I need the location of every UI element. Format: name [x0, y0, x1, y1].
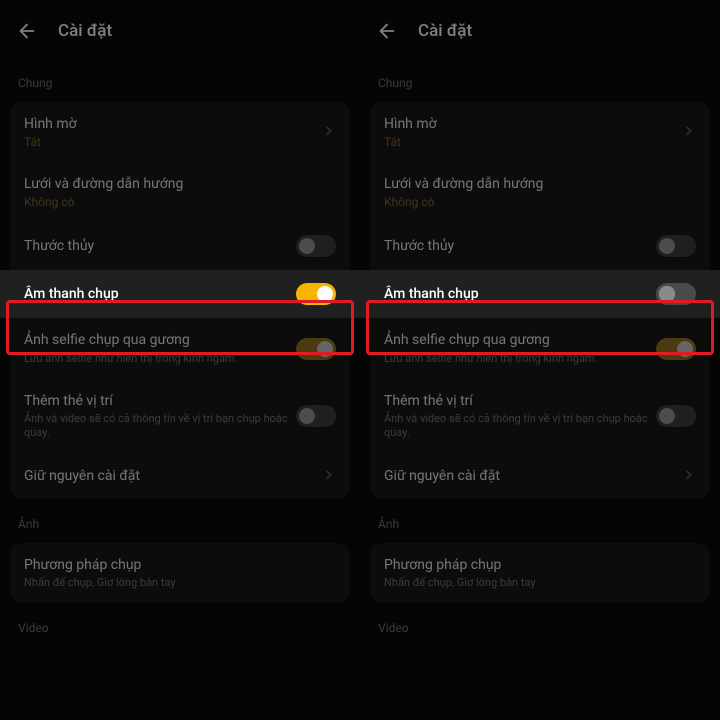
row-title: Phương pháp chụp: [24, 556, 336, 574]
section-image-label: Ảnh: [360, 499, 720, 537]
row-mirror-selfie[interactable]: Ảnh selfie chụp qua gương Lưu ảnh selfie…: [10, 318, 350, 378]
row-title: Phương pháp chụp: [384, 556, 696, 574]
row-value: Không có: [384, 195, 696, 209]
row-capture-method[interactable]: Phương pháp chụp Nhấn để chụp, Giơ lòng …: [370, 543, 710, 603]
toggle-mirror-selfie[interactable]: [656, 338, 696, 360]
back-arrow-icon[interactable]: [16, 20, 38, 42]
row-watermark[interactable]: Hình mờ Tắt: [370, 102, 710, 162]
row-title: Giữ nguyên cài đặt: [384, 467, 674, 485]
row-shutter-sound[interactable]: Âm thanh chụp: [360, 270, 720, 318]
section-general-label: Chung: [0, 58, 360, 96]
header: Cài đặt: [0, 0, 360, 58]
section-image-label: Ảnh: [0, 499, 360, 537]
row-title: Giữ nguyên cài đặt: [24, 467, 314, 485]
row-level[interactable]: Thước thủy: [370, 222, 710, 270]
general-settings-block: Hình mờ Tắt Lưới và đường dẫn hướng Khôn…: [370, 102, 710, 499]
chevron-right-icon: [322, 123, 336, 142]
row-desc: Ảnh và video sẽ có cả thông tin về vị tr…: [24, 412, 288, 441]
chevron-right-icon: [322, 467, 336, 486]
toggle-level[interactable]: [656, 235, 696, 257]
header: Cài đặt: [360, 0, 720, 58]
row-title: Hình mờ: [24, 115, 314, 133]
row-title: Âm thanh chụp: [384, 285, 648, 303]
image-settings-block: Phương pháp chụp Nhấn để chụp, Giơ lòng …: [370, 543, 710, 603]
row-watermark[interactable]: Hình mờ Tắt: [10, 102, 350, 162]
toggle-mirror-selfie[interactable]: [296, 338, 336, 360]
row-keep-settings[interactable]: Giữ nguyên cài đặt: [10, 454, 350, 499]
general-settings-block: Hình mờ Tắt Lưới và đường dẫn hướng Khôn…: [10, 102, 350, 499]
row-value: Tắt: [24, 135, 314, 149]
settings-screen-right: Cài đặt Chung Hình mờ Tắt Lưới và đường …: [360, 0, 720, 720]
row-location-tag[interactable]: Thêm thẻ vị trí Ảnh và video sẽ có cả th…: [370, 379, 710, 454]
row-desc: Nhấn để chụp, Giơ lòng bàn tay: [384, 576, 696, 590]
back-arrow-icon[interactable]: [376, 20, 398, 42]
row-grid[interactable]: Lưới và đường dẫn hướng Không có: [10, 162, 350, 222]
toggle-level[interactable]: [296, 235, 336, 257]
chevron-right-icon: [682, 467, 696, 486]
row-title: Âm thanh chụp: [24, 285, 288, 303]
row-value: Tắt: [384, 135, 674, 149]
row-mirror-selfie[interactable]: Ảnh selfie chụp qua gương Lưu ảnh selfie…: [370, 318, 710, 378]
page-title: Cài đặt: [58, 21, 112, 41]
row-title: Thêm thẻ vị trí: [24, 392, 288, 410]
row-value: Không có: [24, 195, 336, 209]
row-title: Thước thủy: [384, 237, 648, 255]
row-desc: Ảnh và video sẽ có cả thông tin về vị tr…: [384, 412, 648, 441]
page-title: Cài đặt: [418, 21, 472, 41]
row-title: Ảnh selfie chụp qua gương: [24, 331, 288, 349]
row-grid[interactable]: Lưới và đường dẫn hướng Không có: [370, 162, 710, 222]
toggle-shutter-sound[interactable]: [296, 283, 336, 305]
image-settings-block: Phương pháp chụp Nhấn để chụp, Giơ lòng …: [10, 543, 350, 603]
row-title: Thước thủy: [24, 237, 288, 255]
row-keep-settings[interactable]: Giữ nguyên cài đặt: [370, 454, 710, 499]
row-title: Hình mờ: [384, 115, 674, 133]
row-title: Lưới và đường dẫn hướng: [384, 175, 696, 193]
section-general-label: Chung: [360, 58, 720, 96]
toggle-shutter-sound[interactable]: [656, 283, 696, 305]
row-title: Lưới và đường dẫn hướng: [24, 175, 336, 193]
row-shutter-sound[interactable]: Âm thanh chụp: [0, 270, 360, 318]
row-capture-method[interactable]: Phương pháp chụp Nhấn để chụp, Giơ lòng …: [10, 543, 350, 603]
row-level[interactable]: Thước thủy: [10, 222, 350, 270]
settings-screen-left: Cài đặt Chung Hình mờ Tắt Lưới và đường …: [0, 0, 360, 720]
row-desc: Lưu ảnh selfie như hiển thị trong kính n…: [24, 352, 288, 366]
chevron-right-icon: [682, 123, 696, 142]
row-title: Ảnh selfie chụp qua gương: [384, 331, 648, 349]
row-title: Thêm thẻ vị trí: [384, 392, 648, 410]
section-video-label: Video: [360, 603, 720, 641]
toggle-location-tag[interactable]: [656, 405, 696, 427]
section-video-label: Video: [0, 603, 360, 641]
row-desc: Nhấn để chụp, Giơ lòng bàn tay: [24, 576, 336, 590]
row-location-tag[interactable]: Thêm thẻ vị trí Ảnh và video sẽ có cả th…: [10, 379, 350, 454]
row-desc: Lưu ảnh selfie như hiển thị trong kính n…: [384, 352, 648, 366]
toggle-location-tag[interactable]: [296, 405, 336, 427]
